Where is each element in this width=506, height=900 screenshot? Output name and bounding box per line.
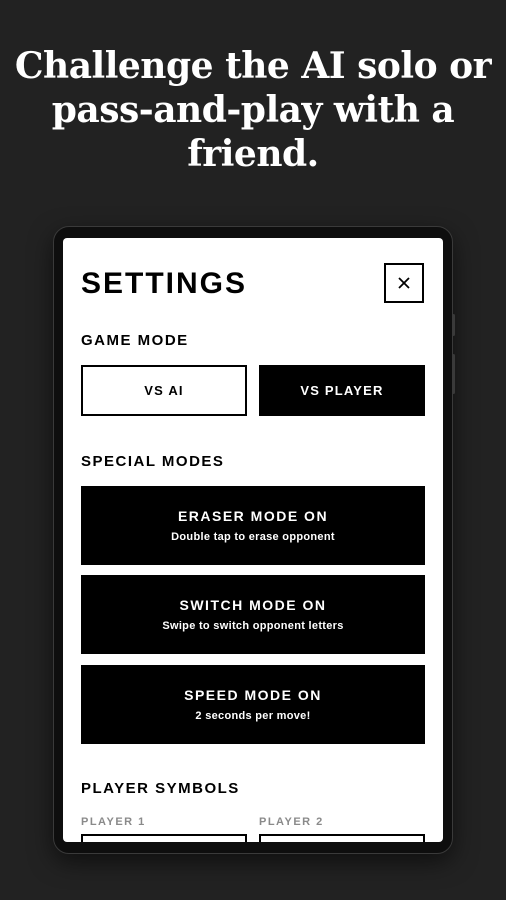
player-2-symbol-field[interactable] [259,834,425,842]
vs-player-button[interactable]: VS PLAYER [259,365,425,416]
eraser-mode-toggle[interactable]: ERASER MODE ON Double tap to erase oppon… [81,486,425,565]
eraser-mode-subtitle: Double tap to erase opponent [171,531,335,543]
settings-title: SETTINGS [81,267,248,300]
tablet-side-button [452,354,455,394]
switch-mode-toggle[interactable]: SWITCH MODE ON Swipe to switch opponent … [81,575,425,654]
switch-mode-subtitle: Swipe to switch opponent letters [162,620,344,632]
speed-mode-subtitle: 2 seconds per move! [195,710,311,722]
vs-player-label: VS PLAYER [300,383,384,398]
promo-headline: Challenge the AI solo or pass-and-play w… [14,45,492,175]
game-mode-label: GAME MODE [81,332,189,349]
speed-mode-title: SPEED MODE ON [184,687,322,703]
vs-ai-button[interactable]: VS AI [81,365,247,416]
close-icon [398,277,410,289]
eraser-mode-title: ERASER MODE ON [177,508,329,524]
player-2-label: PLAYER 2 [259,816,324,828]
switch-mode-title: SWITCH MODE ON [179,597,327,613]
tablet-side-button [452,314,455,336]
close-button[interactable] [384,263,424,303]
player-1-label: PLAYER 1 [81,816,146,828]
vs-ai-label: VS AI [144,383,184,398]
player-symbols-label: PLAYER SYMBOLS [81,780,240,797]
settings-screen: SETTINGS GAME MODE VS AI VS PLAYER SPECI… [63,238,443,842]
speed-mode-toggle[interactable]: SPEED MODE ON 2 seconds per move! [81,665,425,744]
special-modes-label: SPECIAL MODES [81,453,225,470]
player-1-symbol-field[interactable] [81,834,247,842]
